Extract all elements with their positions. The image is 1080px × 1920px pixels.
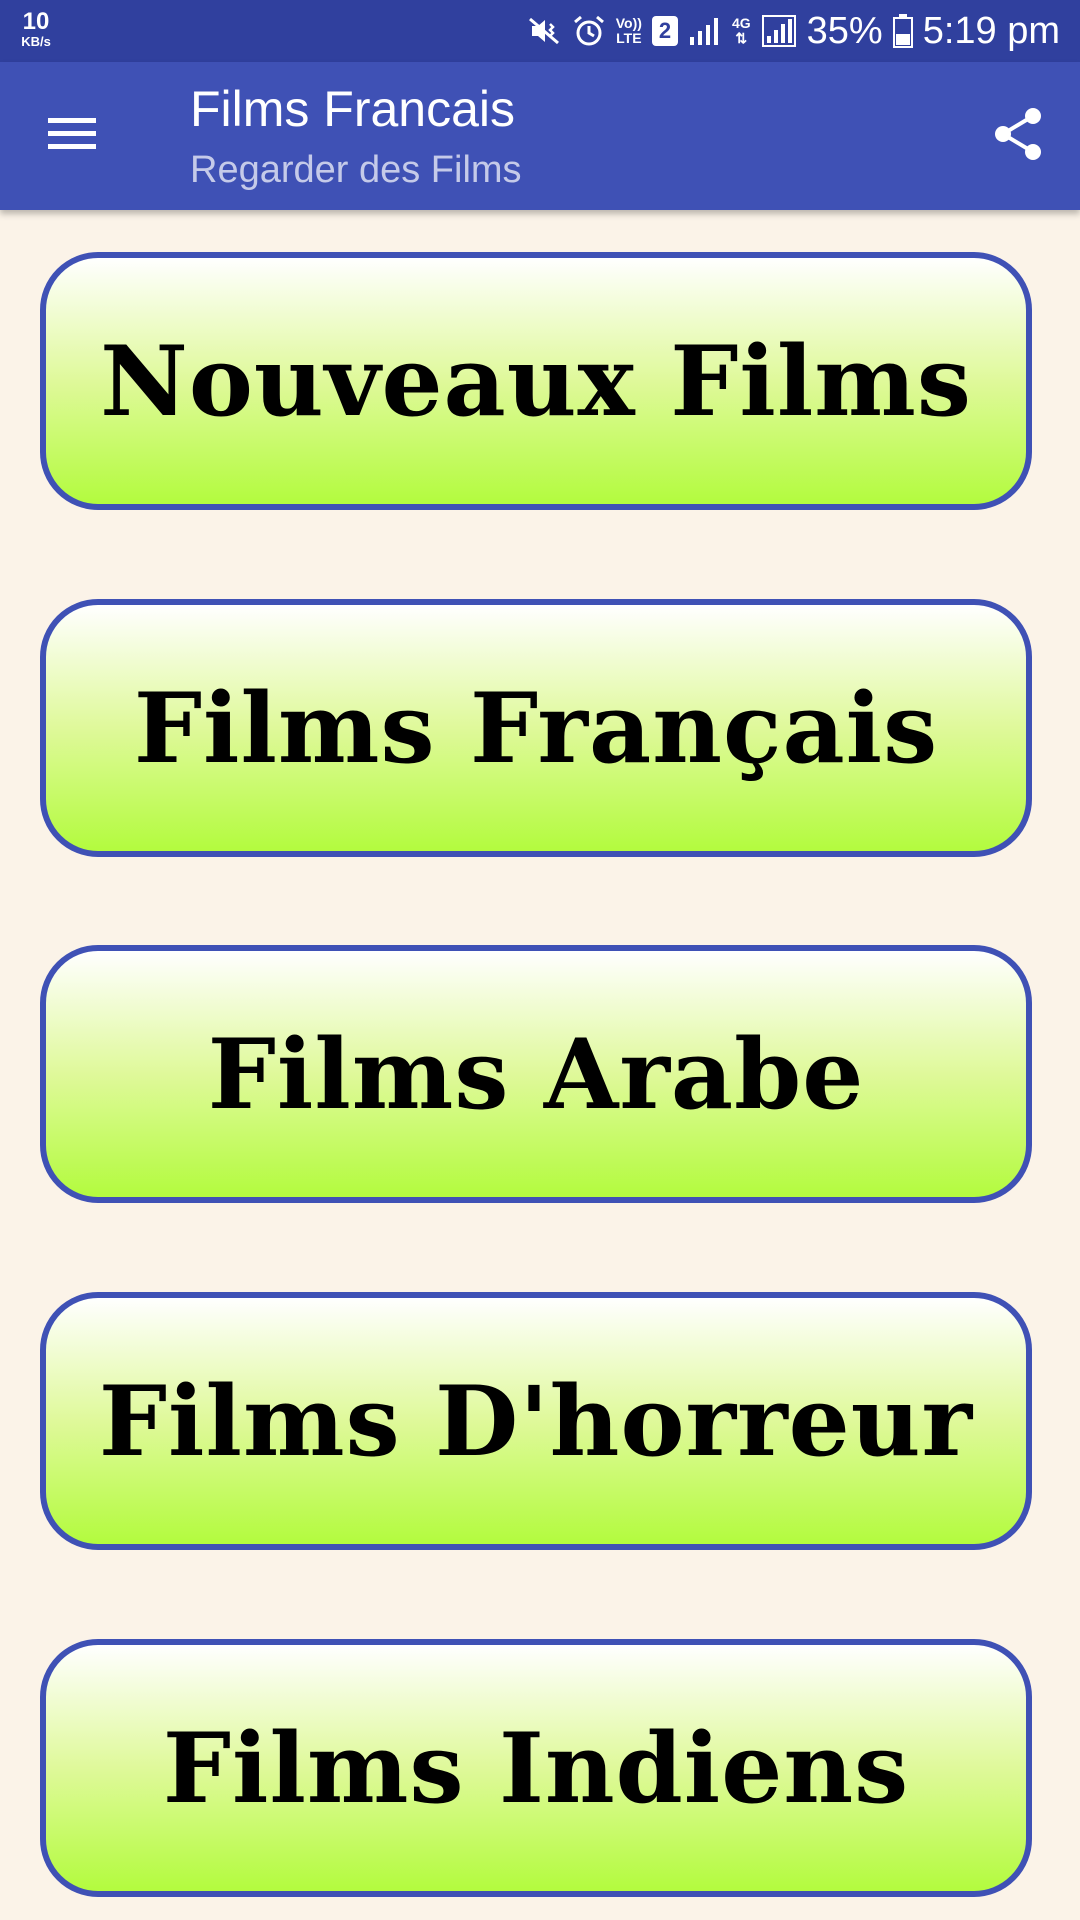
network-speed-unit: KB/s — [21, 34, 51, 49]
signal-icon — [761, 14, 797, 48]
app-bar: Films Francais Regarder des Films — [0, 62, 1080, 210]
menu-button[interactable] — [24, 98, 120, 174]
category-button-films-francais[interactable]: Films Français — [40, 599, 1032, 857]
category-label: Films Français — [133, 671, 939, 785]
signal-icon-sim2 — [688, 15, 722, 47]
category-label: Films Arabe — [207, 1017, 865, 1131]
category-label: Films Indiens — [162, 1711, 910, 1825]
network-type-text: 4G — [731, 15, 751, 32]
volte-bottom-text: LTE — [616, 30, 642, 46]
data-arrows-icon: ⇅ — [735, 30, 748, 46]
alarm-icon — [572, 14, 606, 48]
app-title: Films Francais — [190, 81, 516, 137]
share-icon — [991, 106, 1045, 167]
category-label: Films D'horreur — [98, 1364, 974, 1478]
category-button-films-arabe[interactable]: Films Arabe — [40, 945, 1032, 1203]
vibrate-mute-icon — [528, 15, 562, 47]
battery-icon — [892, 14, 913, 48]
category-button-nouveaux-films[interactable]: Nouveaux Films — [40, 252, 1032, 510]
status-icons: Vo)) LTE 2 4G ⇅ 35% 5:19 pm — [528, 0, 1060, 62]
volte-top-text: Vo)) — [615, 15, 642, 32]
network-type-indicator: 4G ⇅ — [732, 16, 751, 45]
battery-percent: 35% — [806, 10, 883, 52]
volte-indicator: Vo)) LTE — [616, 16, 642, 45]
hamburger-menu-icon — [46, 114, 98, 159]
category-label: Nouveaux Films — [100, 324, 972, 438]
status-bar: 10 KB/s Vo)) LTE 2 4G ⇅ 35% 5:19 pm — [0, 0, 1080, 62]
sim-slot-badge: 2 — [651, 16, 678, 46]
app-subtitle: Regarder des Films — [190, 149, 522, 191]
network-speed: 10 KB/s — [14, 8, 58, 49]
clock: 5:19 pm — [922, 10, 1060, 52]
category-button-films-horreur[interactable]: Films D'horreur — [40, 1292, 1032, 1550]
category-button-films-indiens[interactable]: Films Indiens — [40, 1639, 1032, 1897]
share-button[interactable] — [974, 98, 1062, 174]
network-speed-value: 10 — [22, 8, 50, 35]
